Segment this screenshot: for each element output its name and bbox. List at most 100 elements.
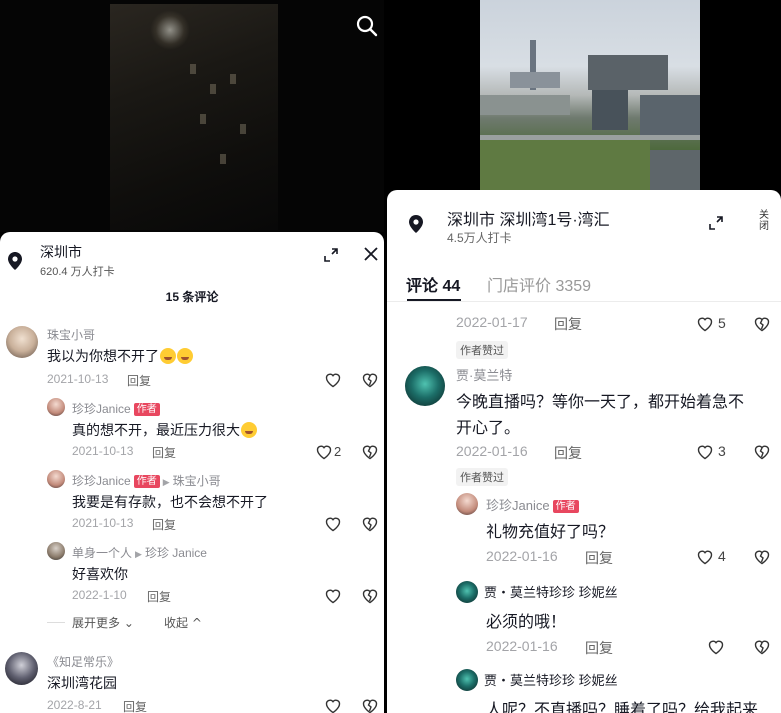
broken-heart-icon[interactable]	[361, 443, 379, 461]
avatar[interactable]	[5, 652, 38, 685]
tab-store-reviews[interactable]: 门店评价 3359	[487, 272, 591, 296]
comment-text: 礼物充值好了吗？	[486, 524, 615, 541]
comment-author[interactable]: 单身一个人 ▶ 珍珍 Janice	[72, 544, 207, 561]
heart-icon[interactable]	[324, 697, 342, 713]
collapse-button[interactable]: 收起 ^	[164, 614, 202, 631]
location-title[interactable]: 深圳市 深圳湾1号·湾汇	[447, 206, 610, 230]
broken-heart-icon[interactable]	[753, 315, 771, 333]
search-icon[interactable]	[355, 14, 379, 38]
expand-more-button[interactable]: 展开更多 ⌄	[72, 614, 134, 631]
broken-heart-icon[interactable]	[361, 515, 379, 533]
like-count: 5	[718, 315, 726, 331]
like-count: 4	[718, 548, 726, 564]
reply-button[interactable]: 回复	[152, 516, 176, 533]
comment-date: 2022-01-16	[456, 443, 528, 459]
chevron-up-icon: ^	[191, 616, 202, 630]
reply-item: 珍珍Janice 作者 礼物充值好了吗？ 2022-01-16 回复 4	[387, 488, 781, 572]
avatar[interactable]	[47, 470, 65, 488]
heart-icon[interactable]	[696, 443, 714, 461]
reply-item: 珍珍Janice 作者 ▶ 珠宝小哥 我要是有存款，也不会想不开了 2021-10-1…	[0, 464, 384, 534]
reply-item: 贾・莫兰特珍珍 珍妮丝 必须的哦！ 2022-01-16 回复	[387, 576, 781, 660]
avatar[interactable]	[47, 398, 65, 416]
comment-date: 2021-10-13	[72, 516, 134, 530]
active-tab-indicator	[407, 299, 461, 301]
reply-button[interactable]: 回复	[585, 548, 613, 568]
comment-author[interactable]: 贾・莫兰特珍珍 珍妮丝	[484, 582, 618, 601]
broken-heart-icon[interactable]	[753, 638, 771, 656]
broken-heart-icon[interactable]	[361, 697, 379, 713]
heart-icon[interactable]	[324, 515, 342, 533]
comments-sheet: 深圳市 深圳湾1号·湾汇 4.5万人打卡 关闭 评论 44 门店评价 3359 …	[387, 190, 781, 713]
laugh-emoji-icon	[160, 348, 176, 364]
reply-button[interactable]: 回复	[123, 698, 147, 713]
reply-button[interactable]: 回复	[585, 638, 613, 658]
close-button[interactable]: 关闭	[755, 210, 773, 232]
comment-author[interactable]: 珍珍Janice 作者 ▶ 珠宝小哥	[72, 472, 221, 489]
comment-author[interactable]: 珍珍Janice 作者	[72, 400, 160, 417]
heart-icon[interactable]	[696, 548, 714, 566]
comment-author[interactable]: 珠宝小哥	[47, 326, 95, 343]
reply-item: 单身一个人 ▶ 珍珍 Janice 好喜欢你 2022-1-10 回复	[0, 536, 384, 606]
heart-icon[interactable]	[324, 371, 342, 389]
laugh-emoji-icon	[177, 348, 193, 364]
video-player[interactable]	[387, 0, 781, 190]
close-icon[interactable]	[362, 245, 380, 263]
avatar[interactable]	[47, 542, 65, 560]
avatar[interactable]	[456, 581, 478, 603]
comment-date: 2022-1-10	[72, 588, 127, 602]
comment-text: 必须的哦！	[486, 614, 567, 631]
video-player[interactable]	[0, 0, 384, 232]
reply-item: 贾・莫兰特珍珍 珍妮丝 人呢？不直播吗？睡着了吗？给我起来	[387, 664, 781, 713]
broken-heart-icon[interactable]	[361, 587, 379, 605]
screenshot-collage: 深圳市 620.4 万人打卡 15 条评论 珠宝小哥 我以为你想不开了 2021…	[0, 0, 781, 713]
heart-icon[interactable]	[696, 315, 714, 333]
comment-date: 2022-01-16	[486, 638, 558, 654]
tab-comments[interactable]: 评论 44	[406, 272, 460, 296]
avatar[interactable]	[456, 493, 478, 515]
comment-author[interactable]: 珍珍Janice 作者	[486, 495, 579, 514]
comment-date: 2022-01-16	[486, 548, 558, 564]
reply-to-name[interactable]: 珠宝小哥	[173, 474, 221, 488]
avatar[interactable]	[6, 326, 38, 358]
location-pin-icon	[409, 215, 423, 233]
expand-icon[interactable]	[322, 246, 340, 264]
reply-to-name[interactable]: 珍珍 Janice	[145, 546, 207, 560]
reply-button[interactable]: 回复	[127, 372, 151, 389]
location-title[interactable]: 深圳市	[40, 242, 82, 262]
author-badge: 作者	[133, 475, 160, 488]
location-checkins: 620.4 万人打卡	[40, 266, 115, 278]
avatar[interactable]	[405, 366, 445, 406]
video-frame	[110, 4, 278, 230]
broken-heart-icon[interactable]	[753, 548, 771, 566]
comment-item: 珠宝小哥 我以为你想不开了 2021-10-13 回复	[0, 320, 384, 390]
divider-line	[47, 622, 65, 623]
reply-button[interactable]: 回复	[152, 444, 176, 461]
comment-text-line2: 开心了。	[456, 420, 521, 437]
comments-sheet: 深圳市 620.4 万人打卡 15 条评论 珠宝小哥 我以为你想不开了 2021…	[0, 232, 384, 713]
author-badge: 作者	[552, 500, 579, 513]
comment-author[interactable]: 贾・莫兰特珍珍 珍妮丝	[484, 670, 618, 689]
broken-heart-icon[interactable]	[753, 443, 771, 461]
reply-button[interactable]: 回复	[554, 314, 582, 334]
video-frame	[480, 0, 700, 190]
broken-heart-icon[interactable]	[361, 371, 379, 389]
like-count: 3	[718, 443, 726, 459]
comment-author[interactable]: 贾·莫兰特	[456, 365, 512, 384]
reply-item: 2022-01-17 回复 5 作者赞过	[387, 302, 781, 360]
expand-icon[interactable]	[707, 214, 725, 232]
reply-button[interactable]: 回复	[147, 588, 171, 605]
chevron-down-icon: ⌄	[123, 616, 134, 630]
comment-text: 人呢？不直播吗？睡着了吗？给我起来	[486, 702, 759, 713]
reply-arrow-icon: ▶	[135, 549, 142, 559]
comment-author[interactable]: 《知足常乐》	[47, 653, 119, 670]
comment-text: 好喜欢你	[72, 566, 128, 582]
heart-icon[interactable]	[324, 587, 342, 605]
comment-item: 《知足常乐》 深圳湾花园 2022-8-21 回复	[0, 646, 384, 713]
heart-icon[interactable]	[315, 443, 333, 461]
reply-button[interactable]: 回复	[554, 443, 582, 463]
location-checkins: 4.5万人打卡	[447, 231, 512, 245]
tab-bar: 评论 44 门店评价 3359	[387, 270, 781, 302]
heart-icon[interactable]	[707, 638, 725, 656]
like-count: 2	[334, 444, 342, 459]
avatar[interactable]	[456, 669, 478, 691]
